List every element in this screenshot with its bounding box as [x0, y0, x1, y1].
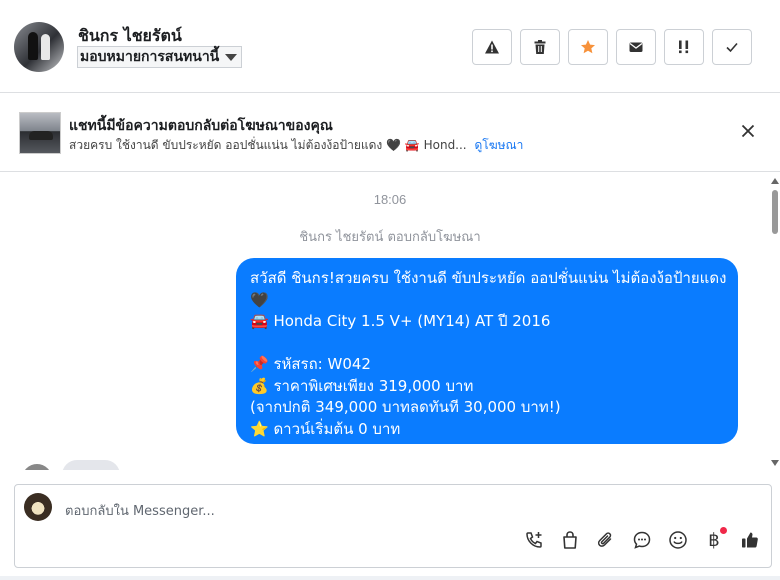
shopping-bag-icon — [563, 531, 577, 549]
message-line — [250, 333, 724, 355]
close-icon[interactable] — [740, 123, 756, 139]
window-bottom-edge — [0, 576, 780, 580]
ad-reply-note: ชินกร ไชยรัตน์ ตอบกลับโฆษณา — [299, 230, 481, 245]
reply-composer[interactable]: ตอบกลับใน Messenger... ฿ — [14, 484, 772, 568]
like-button[interactable] — [739, 529, 761, 551]
shop-button[interactable] — [559, 529, 581, 551]
envelope-icon — [629, 42, 643, 52]
paperclip-icon — [597, 532, 612, 547]
message-line: 🖤 — [250, 290, 269, 309]
chevron-down-icon — [225, 53, 238, 61]
trash-icon — [534, 40, 546, 54]
attach-button[interactable] — [595, 529, 617, 551]
ad-thumbnail[interactable] — [19, 112, 61, 154]
saved-replies-button[interactable] — [631, 529, 653, 551]
view-ad-link[interactable]: ดูโฆษณา — [474, 138, 523, 152]
star-button[interactable] — [568, 29, 608, 65]
incoming-avatar — [22, 464, 52, 470]
message-thread[interactable]: 18:06 ชินกร ไชยรัตน์ ตอบกลับโฆษณา สวัสดี… — [0, 172, 780, 470]
smiley-icon — [669, 531, 687, 549]
message-line: 🚘 Honda City 1.5 V+ (MY14) AT ปี 2016 — [250, 312, 551, 330]
baht-icon: ฿ — [708, 529, 720, 550]
mark-done-button[interactable] — [712, 29, 752, 65]
contact-avatar[interactable] — [14, 22, 64, 72]
thread-scrollbar[interactable] — [770, 178, 780, 468]
follow-up-icon — [679, 40, 689, 54]
delete-button[interactable] — [520, 29, 560, 65]
scroll-down-arrow-icon[interactable] — [771, 460, 779, 466]
assign-label: มอบหมายการสนทนานี้ — [80, 49, 220, 65]
check-icon — [726, 42, 738, 53]
follow-up-button[interactable] — [664, 29, 704, 65]
ad-banner-title: แชทนี้มีข้อความตอบกลับต่อโฆษณาของคุณ — [69, 118, 333, 134]
composer-toolbar: ฿ — [523, 527, 761, 551]
message-line: สวัสดี ชินกร!สวยครบ ใช้งานดี ขับประหยัด … — [250, 269, 727, 287]
star-icon — [581, 40, 595, 54]
ad-reply-banner: แชทนี้มีข้อความตอบกลับต่อโฆษณาของคุณ สวย… — [0, 93, 780, 172]
emoji-button[interactable] — [667, 529, 689, 551]
scroll-up-arrow-icon[interactable] — [771, 178, 779, 184]
reply-input[interactable]: ตอบกลับใน Messenger... — [65, 500, 215, 521]
phone-plus-icon — [526, 532, 542, 548]
chat-bubble-icon — [633, 531, 651, 549]
page-avatar — [24, 493, 52, 521]
message-line: ⭐ ดาวน์เริ่มต้น 0 บาท — [250, 419, 401, 438]
message-line: 📌 รหัสรถ: W042 — [250, 355, 371, 373]
message-line: (จากปกติ 349,000 บาทลดทันที 30,000 บาท!) — [250, 398, 561, 416]
header-actions — [472, 29, 752, 65]
thumbs-up-icon — [742, 532, 758, 548]
ad-snippet-text: สวยครบ ใช้งานดี ขับประหยัด ออปชั่นแน่น ไ… — [69, 138, 467, 152]
incoming-message-bubble[interactable] — [62, 460, 120, 470]
message-line: 💰 ราคาพิเศษเพียง 319,000 บาท — [250, 376, 474, 395]
assign-conversation-dropdown[interactable]: มอบหมายการสนทนานี้ — [77, 46, 243, 68]
conversation-header: ชินกร ไชยรัตน์ มอบหมายการสนทนานี้ — [0, 0, 780, 93]
ad-banner-snippet: สวยครบ ใช้งานดี ขับประหยัด ออปชั่นแน่น ไ… — [69, 136, 523, 155]
warning-icon — [485, 40, 499, 54]
call-button[interactable] — [523, 529, 545, 551]
outgoing-message-bubble[interactable]: สวัสดี ชินกร!สวยครบ ใช้งานดี ขับประหยัด … — [236, 258, 738, 444]
notification-dot — [720, 527, 727, 534]
payment-button[interactable]: ฿ — [703, 527, 727, 551]
message-timestamp: 18:06 — [373, 192, 407, 207]
mark-unread-button[interactable] — [616, 29, 656, 65]
report-button[interactable] — [472, 29, 512, 65]
scrollbar-thumb[interactable] — [772, 190, 778, 234]
